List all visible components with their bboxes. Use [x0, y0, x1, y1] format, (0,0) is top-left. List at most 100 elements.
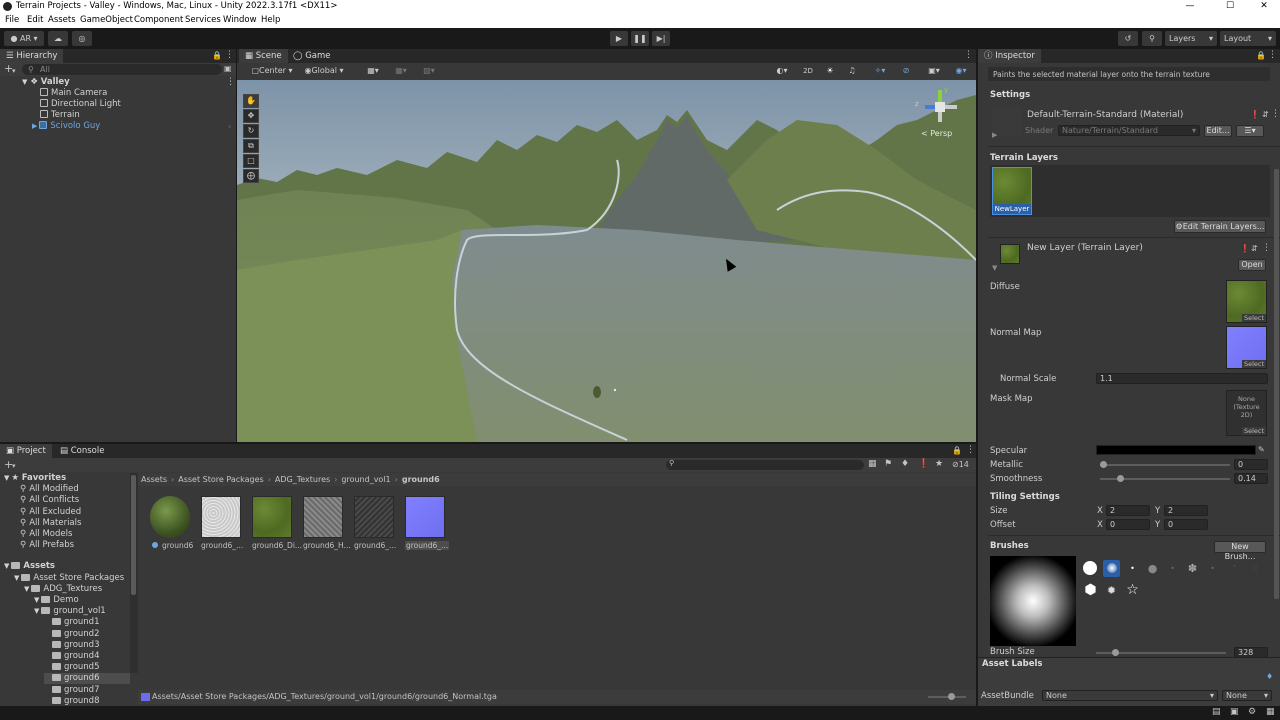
- preset-icon[interactable]: ⇵: [1262, 110, 1269, 119]
- favorite-icon[interactable]: ★: [935, 459, 943, 469]
- asset-label[interactable]: ground6_...: [354, 541, 396, 550]
- kebab-menu-icon[interactable]: ⋮: [1262, 243, 1271, 253]
- grid-snap-button[interactable]: ▦▾: [361, 65, 385, 77]
- tree-item[interactable]: ground2: [44, 629, 99, 640]
- tab-console[interactable]: ▤ Console: [54, 444, 110, 458]
- tree-item[interactable]: ground4: [44, 651, 99, 662]
- help-icon[interactable]: ❗: [1240, 244, 1250, 253]
- brush-spray-icon[interactable]: •: [1164, 560, 1181, 577]
- lock-icon[interactable]: 🔒: [1256, 51, 1266, 60]
- scale-tool-icon[interactable]: ⧉: [243, 139, 259, 153]
- breadcrumb-item[interactable]: Asset Store Packages: [178, 475, 263, 484]
- hierarchy-item[interactable]: Directional Light: [40, 99, 121, 110]
- close-button[interactable]: ✕: [1246, 0, 1280, 13]
- brush-star-burst-icon[interactable]: ✹: [1103, 582, 1120, 599]
- play-button[interactable]: ▶: [610, 31, 628, 46]
- favorite-item[interactable]: ⚲ All Conflicts: [20, 495, 79, 506]
- smoothness-field[interactable]: 0.14: [1234, 473, 1268, 484]
- menu-file[interactable]: File: [5, 15, 19, 25]
- tag-icon[interactable]: ♦: [1266, 672, 1273, 681]
- tree-item[interactable]: ground8: [44, 696, 99, 706]
- terrain-layer-thumb[interactable]: NewLayer: [992, 167, 1032, 215]
- collab-icon[interactable]: ◎: [72, 31, 92, 46]
- mask-select-button[interactable]: Select: [1241, 427, 1266, 435]
- step-button[interactable]: ▶|: [652, 31, 670, 46]
- tab-hierarchy[interactable]: ☰ Hierarchy: [0, 49, 64, 63]
- kebab-menu-icon[interactable]: ⋮: [964, 50, 973, 60]
- hierarchy-item-prefab[interactable]: ▶ Scivolo Guy: [32, 121, 100, 132]
- chevron-right-icon[interactable]: ›: [228, 122, 231, 131]
- offset-y-field[interactable]: 0: [1164, 519, 1208, 530]
- size-y-field[interactable]: 2: [1164, 505, 1208, 516]
- shader-menu-button[interactable]: ☰▾: [1236, 125, 1264, 137]
- diffuse-select-button[interactable]: Select: [1241, 314, 1266, 322]
- tree-item[interactable]: ▼ Asset Store Packages: [14, 573, 124, 584]
- tree-item[interactable]: ▼ ADG_Textures: [24, 584, 102, 595]
- brush-size-slider[interactable]: [1096, 649, 1226, 656]
- rotate-tool-icon[interactable]: ↻: [243, 124, 259, 138]
- asset-thumbnail[interactable]: [201, 496, 241, 538]
- thumbnail-size-slider[interactable]: [928, 696, 966, 698]
- brush-size-knob[interactable]: [1111, 649, 1119, 656]
- move-tool-icon[interactable]: ✥: [243, 109, 259, 123]
- asset-thumbnail[interactable]: [150, 496, 190, 538]
- tree-scrollbar[interactable]: [130, 473, 138, 673]
- metallic-slider-knob[interactable]: [1100, 461, 1107, 468]
- project-search-input[interactable]: ⚲: [666, 459, 864, 470]
- gizmo-y-axis[interactable]: [938, 90, 942, 102]
- metallic-field[interactable]: 0: [1234, 459, 1268, 470]
- new-brush-button[interactable]: New Brush...: [1214, 541, 1266, 561]
- brush-circle-icon[interactable]: [1082, 560, 1099, 577]
- tab-project[interactable]: ▣ Project: [0, 444, 52, 458]
- debug-icon[interactable]: ⚙: [1248, 707, 1256, 717]
- smoothness-slider-knob[interactable]: [1117, 475, 1125, 482]
- asset-thumbnail[interactable]: [303, 496, 343, 538]
- gizmos-icon[interactable]: ◉▾: [949, 65, 973, 77]
- lock-icon[interactable]: 🔒: [952, 446, 962, 455]
- tab-game[interactable]: ◯ Game: [287, 49, 337, 63]
- hidden-objects-icon[interactable]: ⊘: [897, 65, 915, 77]
- progress-icon[interactable]: ▤: [1212, 707, 1221, 717]
- filter-icon[interactable]: ▣: [224, 64, 232, 73]
- rect-tool-icon[interactable]: □: [243, 154, 259, 168]
- asset-thumbnail[interactable]: [252, 496, 292, 538]
- open-button[interactable]: Open: [1238, 259, 1266, 271]
- normal-map-slot[interactable]: Select: [1226, 326, 1267, 369]
- lighting-icon[interactable]: ☀: [821, 65, 839, 77]
- preset-icon[interactable]: ⇵: [1251, 244, 1258, 253]
- pause-button[interactable]: ❚❚: [631, 31, 649, 46]
- favorites-heading[interactable]: ▼ ★ Favorites: [4, 473, 66, 484]
- brush-splat-icon[interactable]: ✽: [1184, 560, 1201, 577]
- chevron-down-icon[interactable]: ▼: [992, 264, 997, 272]
- tree-item[interactable]: ground3: [44, 640, 99, 651]
- menu-help[interactable]: Help: [261, 15, 280, 25]
- scene-viewport[interactable]: ✋ ✥ ↻ ⧉ □ ⨁ y z < Persp: [237, 80, 976, 442]
- search-icon[interactable]: ⚲: [1142, 31, 1162, 46]
- eyedropper-icon[interactable]: ✎: [1258, 445, 1265, 454]
- asset-label[interactable]: ground6_...: [405, 541, 450, 550]
- asset-bundle-dropdown[interactable]: None ▾: [1042, 690, 1218, 701]
- cloud-icon[interactable]: ☁: [48, 31, 68, 46]
- asset-label[interactable]: ground6_...: [201, 541, 243, 550]
- breadcrumb-item[interactable]: ground_vol1: [341, 475, 390, 484]
- asset-label[interactable]: ground6_H...: [303, 541, 351, 550]
- asset-label[interactable]: ground6: [162, 541, 193, 550]
- gizmo-center[interactable]: [935, 102, 945, 112]
- favorite-item[interactable]: ⚲ All Excluded: [20, 507, 81, 518]
- tree-scrollbar-thumb[interactable]: [131, 475, 136, 595]
- shader-dropdown[interactable]: Nature/Terrain/Standard ▾: [1058, 125, 1200, 136]
- lock-icon[interactable]: 🔒: [212, 51, 222, 60]
- chevron-right-icon[interactable]: ▶: [992, 131, 997, 139]
- asset-thumbnail[interactable]: [354, 496, 394, 538]
- layers-dropdown[interactable]: Layers ▾: [1165, 31, 1217, 46]
- edit-terrain-layers-button[interactable]: ⚙Edit Terrain Layers...: [1174, 220, 1266, 233]
- favorite-item[interactable]: ⚲ All Modified: [20, 484, 79, 495]
- history-icon[interactable]: ↺: [1118, 31, 1138, 46]
- account-button[interactable]: ● AR ▾: [4, 31, 44, 46]
- hierarchy-search-input[interactable]: ⚲ All: [22, 64, 222, 75]
- metallic-slider[interactable]: [1100, 461, 1230, 468]
- help-icon[interactable]: ❗: [1250, 110, 1260, 119]
- gizmo-z-axis[interactable]: [925, 105, 935, 109]
- brush-noise-icon[interactable]: ∷: [1246, 560, 1263, 577]
- favorite-item[interactable]: ⚲ All Models: [20, 529, 72, 540]
